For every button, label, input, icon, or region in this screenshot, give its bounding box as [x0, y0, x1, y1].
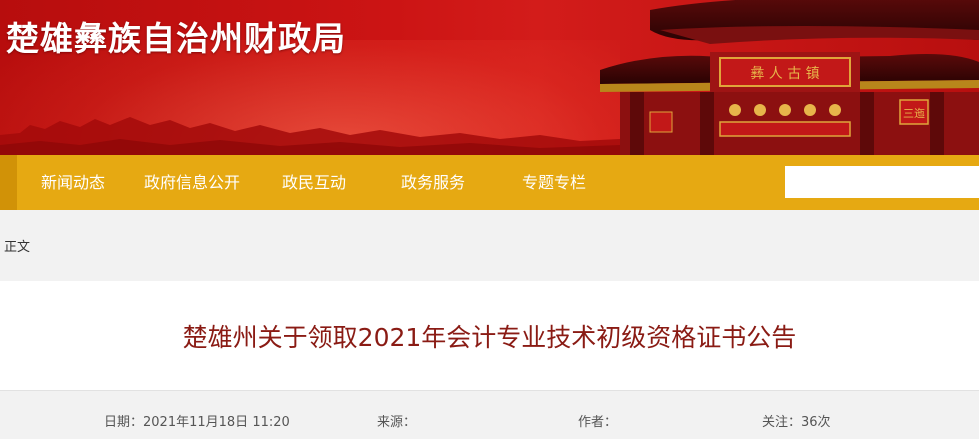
traditional-gate-graphic: 彝 人 古 镇 三迤 — [600, 0, 979, 155]
breadcrumb-current: 正文 — [4, 240, 31, 255]
breadcrumb: 正文 — [0, 210, 979, 280]
meta-source-label: 来源： — [377, 415, 417, 430]
meta-author: 作者： — [578, 411, 617, 430]
nav-item-interaction[interactable]: 政民互动 — [282, 155, 346, 210]
nav-item-services[interactable]: 政务服务 — [401, 155, 465, 210]
meta-views: 关注：36次 — [762, 411, 831, 430]
nav-accent-bar — [0, 155, 17, 210]
meta-date: 日期：2021年11月18日 11:20 — [104, 411, 290, 430]
svg-text:三迤: 三迤 — [903, 106, 925, 120]
site-title: 楚雄彝族自治州财政局 — [6, 19, 346, 58]
article-title: 楚雄州关于领取2021年会计专业技术初级资格证书公告 — [182, 323, 797, 352]
meta-views-value: 36次 — [801, 415, 831, 430]
nav-item-topics[interactable]: 专题专栏 — [522, 155, 586, 210]
meta-date-label: 日期： — [104, 415, 144, 430]
meta-views-label: 关注： — [762, 415, 802, 430]
nav-item-news[interactable]: 新闻动态 — [41, 155, 105, 210]
meta-source: 来源： — [377, 411, 416, 430]
meta-date-value: 2021年11月18日 11:20 — [143, 415, 290, 430]
main-nav: 新闻动态 政府信息公开 政民互动 政务服务 专题专栏 — [0, 155, 979, 210]
meta-author-label: 作者： — [578, 415, 618, 430]
city-skyline-graphic — [0, 117, 620, 155]
search-input[interactable] — [785, 166, 979, 198]
nav-item-gov-info[interactable]: 政府信息公开 — [144, 155, 240, 210]
article-meta: 日期：2021年11月18日 11:20 来源： 作者： 关注：36次 — [0, 390, 979, 439]
header-banner: 彝 人 古 镇 三迤 楚雄彝族自治州财政局 — [0, 0, 979, 155]
article-header: 楚雄州关于领取2021年会计专业技术初级资格证书公告 — [0, 281, 979, 390]
svg-text:彝 人 古 镇: 彝 人 古 镇 — [750, 66, 819, 82]
